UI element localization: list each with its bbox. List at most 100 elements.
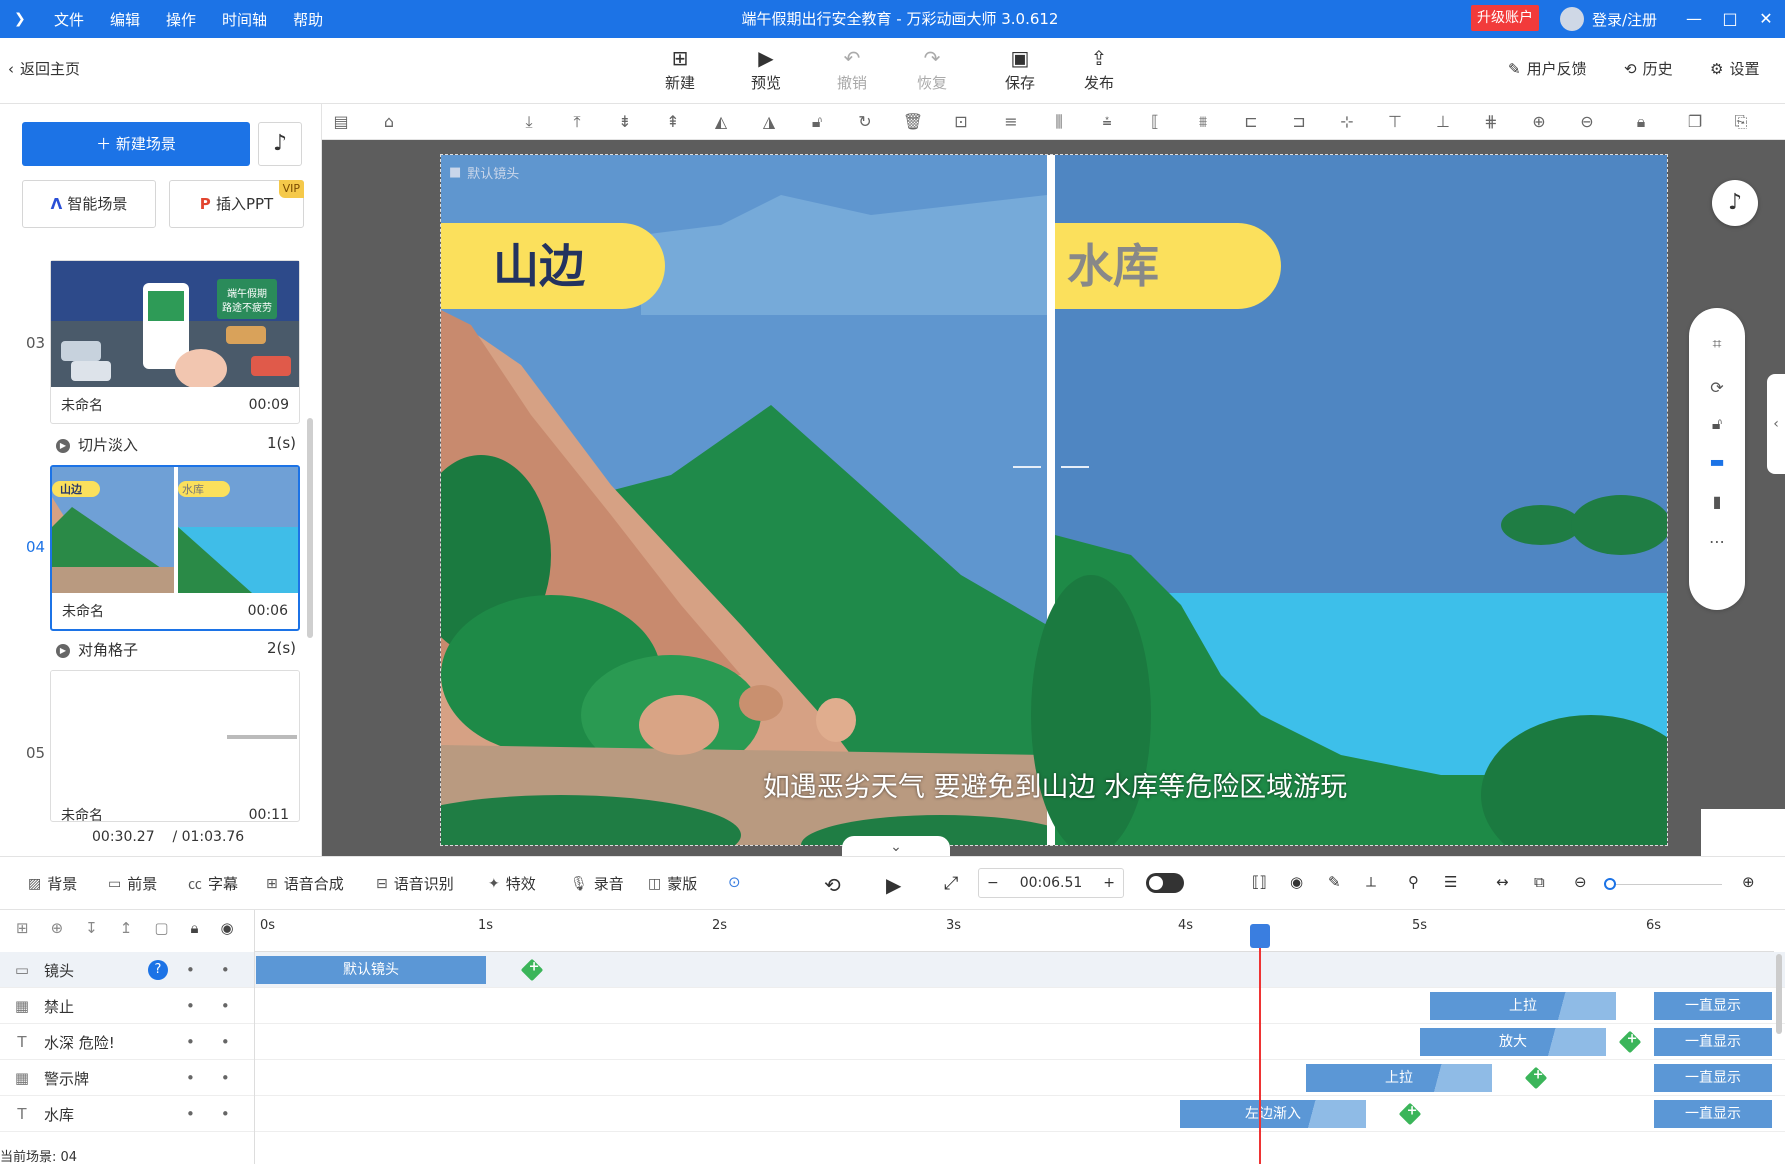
align-right-icon[interactable]: ⊐ (1286, 110, 1312, 134)
copy-icon[interactable]: ❐ (1682, 110, 1708, 134)
lock-icon[interactable]: 🔒︎ (191, 919, 199, 937)
maximize-button[interactable]: □ (1714, 0, 1746, 38)
align-middle-icon[interactable]: ⋕ (1478, 110, 1504, 134)
new-button[interactable]: ⊞ 新建 (650, 44, 710, 93)
portrait-icon[interactable]: ▮ (1705, 490, 1729, 514)
distribute-h-icon[interactable]: ⟦ (1142, 110, 1168, 134)
minimap[interactable] (1701, 809, 1785, 856)
scene-card-03[interactable]: 端午假期 路途不疲劳 未命名 00:09 (50, 260, 300, 424)
rotate-icon[interactable]: ↻ (852, 110, 878, 134)
time-ruler[interactable]: 0s 1s 2s 3s 4s 5s 6s (254, 910, 1774, 952)
scene-card-05[interactable]: 未命名 00:11 (50, 670, 300, 822)
new-scene-button[interactable]: ＋ 新建场景 (22, 122, 250, 166)
menu-timeline[interactable]: 时间轴 (222, 9, 267, 30)
layout-icon[interactable]: ▤ (328, 110, 354, 134)
menu-edit[interactable]: 编辑 (110, 9, 140, 30)
screenshot-icon[interactable]: ⌗ (1705, 332, 1729, 356)
login-button[interactable]: 登录/注册 (1560, 0, 1657, 38)
minimize-button[interactable]: — (1678, 0, 1710, 38)
smart-scene-button[interactable]: Λ 智能场景 (22, 180, 156, 228)
undo-button[interactable]: ↶ 撤销 (822, 44, 882, 93)
fullscreen-button[interactable]: ⤢ (944, 873, 958, 894)
animation-clip[interactable]: 放大 (1420, 1028, 1606, 1056)
snap-toggle[interactable] (1146, 873, 1184, 893)
label-reservoir[interactable]: 水库 (1055, 223, 1281, 309)
add-keyframe-icon[interactable] (1524, 1066, 1548, 1090)
delete-icon[interactable]: ▢ (154, 919, 168, 937)
align-bottom-icon[interactable]: ⩮ (1094, 110, 1120, 134)
menu-action[interactable]: 操作 (166, 9, 196, 30)
time-stepper[interactable]: − 00:06.51 + (978, 868, 1124, 898)
track-row[interactable]: T 水库 •• 左边渐入 一直显示 (0, 1096, 1785, 1132)
history-button[interactable]: ⟲ 历史 (1624, 58, 1673, 79)
lock-icon[interactable]: 🔒︎ (1628, 110, 1654, 134)
unlock-icon[interactable]: 🔓︎ (1705, 412, 1729, 436)
mask-button[interactable]: ◫ 蒙版 (648, 873, 697, 894)
label-mountain[interactable]: 山边 (441, 223, 665, 309)
zoom-in-icon[interactable]: ⊕ (1526, 110, 1552, 134)
play-button[interactable]: ▶ (886, 873, 901, 897)
move-down-icon[interactable]: ↧ (85, 919, 98, 937)
animation-clip[interactable]: 上拉 (1306, 1064, 1492, 1092)
align-bottom2-icon[interactable]: ⊥ (1430, 110, 1456, 134)
zoom-out-icon[interactable]: ⊖ (1574, 873, 1587, 891)
back-home-button[interactable]: ‹ 返回主页 (8, 58, 80, 79)
align-vcenter-icon[interactable]: ⫼ (1046, 110, 1072, 134)
ratio-icon[interactable]: ⧉ (1534, 873, 1545, 891)
zoom-in-icon[interactable]: ⊕ (1742, 873, 1755, 891)
bring-bottom-icon[interactable]: ⤓ (516, 110, 542, 134)
animation-clip[interactable]: 左边渐入 (1180, 1100, 1366, 1128)
always-show-clip[interactable]: 一直显示 (1654, 992, 1772, 1020)
playhead-handle[interactable] (1250, 924, 1270, 948)
insert-ppt-button[interactable]: P 插入PPT VIP (169, 180, 304, 228)
always-show-clip[interactable]: 一直显示 (1654, 1028, 1772, 1056)
help-icon[interactable]: ? (148, 960, 168, 980)
add-layer-icon[interactable]: ⊕ (51, 919, 64, 937)
bring-top-icon[interactable]: ⤒ (564, 110, 590, 134)
more-icon[interactable]: ⋯ (1705, 530, 1729, 554)
align-top2-icon[interactable]: ⊤ (1382, 110, 1408, 134)
always-show-clip[interactable]: 一直显示 (1654, 1064, 1772, 1092)
track-row[interactable]: T 水深 危险! •• 放大 一直显示 (0, 1024, 1785, 1060)
record-button[interactable]: 🎙︎ 录音 (570, 873, 624, 894)
move-up-icon[interactable]: ⇞ (660, 110, 686, 134)
add-keyframe-icon[interactable]: ⟦⟧ (1252, 873, 1267, 891)
zoom-out-icon[interactable]: ⊖ (1574, 110, 1600, 134)
chevron-left-icon[interactable]: ‹ (1767, 374, 1785, 474)
more-tools-button[interactable]: ⊙ (728, 873, 741, 891)
background-button[interactable]: ▨ 背景 (28, 873, 77, 894)
feedback-button[interactable]: ✎ 用户反馈 (1508, 58, 1587, 79)
filter-icon[interactable]: ⚲ (1408, 873, 1419, 891)
split-icon[interactable]: ⟂ (1366, 873, 1376, 891)
publish-button[interactable]: ⇪ 发布 (1069, 44, 1129, 93)
add-keyframe-icon[interactable] (520, 958, 544, 982)
current-time-field[interactable]: 00:06.51 (1020, 875, 1083, 891)
redo-button[interactable]: ↷ 恢复 (902, 44, 962, 93)
track-row[interactable]: ▦ 禁止 •• 上拉 一直显示 (0, 988, 1785, 1024)
track-row[interactable]: ▭ 镜头? •• 默认镜头 (0, 952, 1785, 988)
fit-width-icon[interactable]: ↔ (1496, 873, 1509, 891)
menu-help[interactable]: 帮助 (293, 9, 323, 30)
close-button[interactable]: ✕ (1750, 0, 1782, 38)
edit-icon[interactable]: ✎ (1328, 873, 1341, 891)
add-keyframe-icon[interactable] (1398, 1102, 1422, 1126)
add-folder-icon[interactable]: ⊞ (16, 919, 29, 937)
replay-button[interactable]: ⟲ (824, 873, 841, 897)
settings-button[interactable]: ⚙ 设置 (1710, 58, 1759, 79)
camera-snapshot-icon[interactable]: ◉ (1290, 873, 1303, 891)
flip-vertical-icon[interactable]: ◮ (756, 110, 782, 134)
subtitle-button[interactable]: ㏄字幕 (188, 873, 238, 894)
unlock-icon[interactable]: 🔓︎ (804, 110, 830, 134)
effects-button[interactable]: ✦ 特效 (488, 873, 536, 894)
delete-icon[interactable]: 🗑︎ (900, 110, 926, 134)
scene-card-04[interactable]: 山边 水库 未命名 00:06 (50, 465, 300, 631)
zoom-slider-knob[interactable] (1604, 878, 1616, 890)
plus-icon[interactable]: + (1103, 875, 1115, 891)
eye-icon[interactable]: ◉ (220, 919, 233, 937)
always-show-clip[interactable]: 一直显示 (1654, 1100, 1772, 1128)
align-center-icon[interactable]: ⊹ (1334, 110, 1360, 134)
transition-item[interactable]: ▶ 对角格子 2(s) (56, 639, 296, 660)
home-icon[interactable]: ⌂ (376, 110, 402, 134)
scene-canvas[interactable]: ■ 默认镜头 山边 水库 如遇恶劣天气 要避免到山边 水库等危险区域游玩 (440, 154, 1668, 846)
preview-button[interactable]: ▶ 预览 (736, 44, 796, 93)
